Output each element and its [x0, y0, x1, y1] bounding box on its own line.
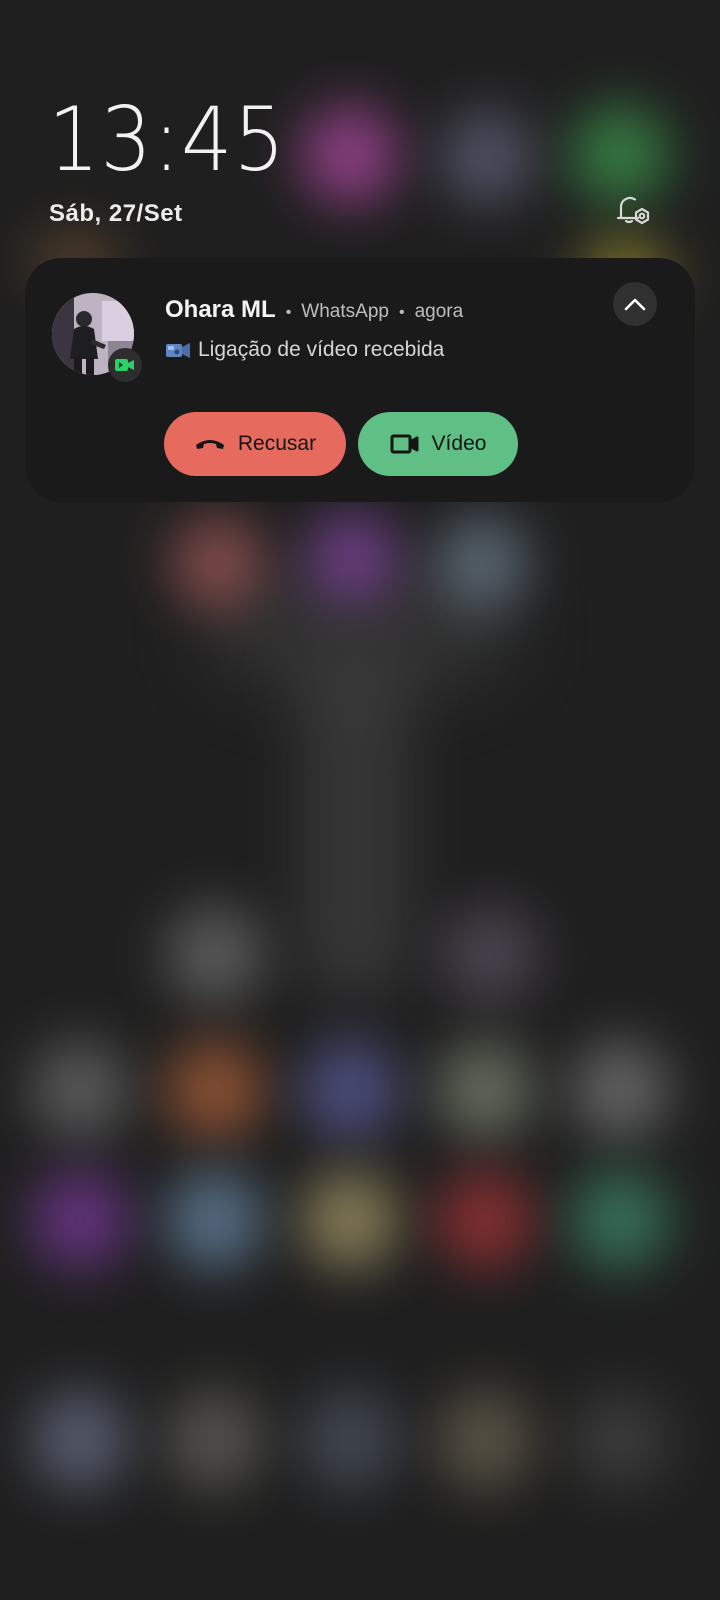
whatsapp-video-icon	[108, 348, 142, 382]
incoming-call-notification[interactable]: Ohara ML • WhatsApp • agora Ligação de v…	[25, 258, 695, 502]
blurred-app-icon	[435, 1040, 535, 1140]
clock-time: 13:45	[48, 88, 286, 191]
video-label: Vídeo	[431, 432, 487, 455]
clock-date: Sáb, 27/Set	[49, 200, 183, 227]
blurred-app-icon	[165, 1170, 265, 1270]
blurred-home-screen	[0, 0, 720, 1600]
blurred-app-icon	[435, 515, 530, 610]
notification-time: agora	[414, 301, 464, 322]
blurred-app-icon	[165, 905, 265, 1005]
video-camera-icon	[390, 434, 419, 454]
blurred-app-icon	[570, 1170, 670, 1270]
blurred-app-icon	[300, 105, 400, 205]
blurred-app-icon	[435, 1170, 535, 1270]
blurred-app-icon	[300, 1040, 400, 1140]
blurred-app-icon	[30, 1170, 130, 1270]
separator-dot: •	[398, 304, 405, 321]
blurred-app-icon	[165, 1390, 265, 1490]
blurred-app-icon	[570, 1040, 670, 1140]
blurred-app-icon	[440, 905, 540, 1005]
decline-call-button[interactable]: Recusar	[164, 412, 346, 476]
blurred-app-icon	[30, 1040, 130, 1140]
video-camera-emoji-icon	[166, 343, 190, 358]
blurred-app-icon	[305, 510, 400, 605]
notification-message: Ligação de vídeo recebida	[165, 338, 444, 362]
decline-label: Recusar	[237, 432, 317, 455]
message-text: Ligação de vídeo recebida	[198, 338, 445, 361]
answer-video-button[interactable]: Vídeo	[358, 412, 518, 476]
separator-dot: •	[285, 304, 292, 321]
blurred-app-icon	[435, 1390, 535, 1490]
caller-name: Ohara ML	[165, 296, 276, 323]
chevron-up-icon	[624, 298, 646, 311]
blurred-app-icon	[165, 1040, 265, 1140]
bell-settings-icon[interactable]	[612, 190, 654, 232]
blurred-app-icon	[570, 1390, 670, 1490]
hang-up-phone-icon	[195, 440, 224, 449]
blurred-app-icon	[440, 110, 535, 205]
app-name: WhatsApp	[301, 301, 389, 322]
blurred-app-icon	[300, 1170, 400, 1270]
blurred-app-icon	[30, 1390, 130, 1490]
collapse-button[interactable]	[613, 282, 657, 326]
notification-header: Ohara ML • WhatsApp • agora	[165, 296, 463, 324]
blurred-app-icon	[300, 1390, 400, 1490]
blurred-app-icon	[170, 515, 265, 610]
